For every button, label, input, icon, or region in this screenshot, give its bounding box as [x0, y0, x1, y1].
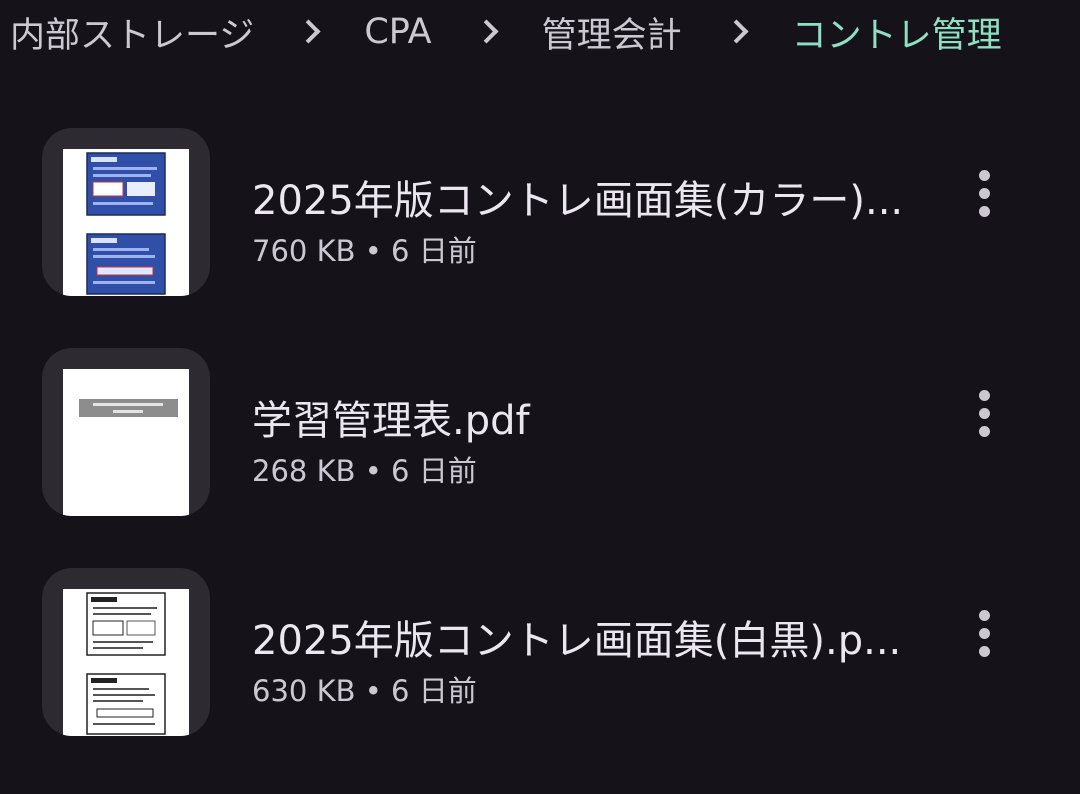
breadcrumb: 内部ストレージ CPA 管理会計 コントレ管理	[10, 0, 1002, 64]
file-item[interactable]: 2025年版コントレ画面集(白黒).p... 630 KB • 6 日前	[0, 568, 1080, 738]
file-meta: 630 KB • 6 日前	[252, 674, 477, 708]
file-meta: 760 KB • 6 日前	[252, 234, 477, 268]
more-vert-icon[interactable]	[960, 386, 1010, 442]
more-vert-icon[interactable]	[960, 166, 1010, 222]
file-name: 学習管理表.pdf	[252, 398, 530, 444]
color-slides-preview	[63, 149, 189, 296]
file-item[interactable]: 2025年版コントレ画面集(カラー)... 760 KB • 6 日前	[0, 128, 1080, 298]
chevron-right-icon	[294, 15, 328, 49]
chevron-right-icon	[722, 15, 756, 49]
bw-slides-preview	[63, 589, 189, 736]
gray-header-pdf-preview	[63, 369, 189, 516]
file-name: 2025年版コントレ画面集(カラー)...	[252, 178, 904, 224]
breadcrumb-item-management-accounting[interactable]: 管理会計	[542, 7, 682, 58]
more-vert-icon[interactable]	[960, 606, 1010, 662]
file-meta: 268 KB • 6 日前	[252, 454, 477, 488]
file-thumbnail[interactable]	[42, 568, 210, 736]
file-item[interactable]: 学習管理表.pdf 268 KB • 6 日前	[0, 348, 1080, 518]
breadcrumb-item-internal-storage[interactable]: 内部ストレージ	[10, 7, 254, 58]
file-name: 2025年版コントレ画面集(白黒).p...	[252, 618, 902, 664]
file-thumbnail[interactable]	[42, 128, 210, 296]
file-thumbnail[interactable]	[42, 348, 210, 516]
breadcrumb-item-cpa[interactable]: CPA	[364, 12, 431, 52]
breadcrumb-item-current-folder: コントレ管理	[791, 15, 1002, 56]
chevron-right-icon	[472, 15, 506, 49]
